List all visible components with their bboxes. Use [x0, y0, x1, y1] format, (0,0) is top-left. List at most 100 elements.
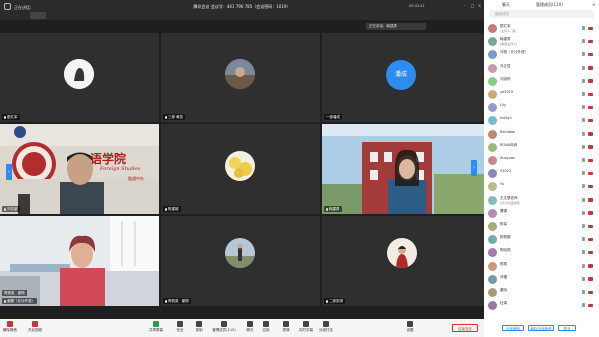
member-row[interactable]: 刘淑婷 — [484, 75, 599, 88]
more-button[interactable]: 更多 — [558, 325, 576, 331]
member-row[interactable]: 董晓 — [484, 286, 599, 299]
mic-icon[interactable] — [582, 171, 585, 176]
chat-tab[interactable]: 聊天 — [502, 0, 510, 9]
camera-button[interactable]: 开启视频 — [25, 321, 45, 335]
video-tile[interactable]: 三部 黄凯 — [161, 33, 320, 122]
unmute-all-button[interactable]: 解除全体静音 — [528, 325, 554, 331]
camera-off-icon[interactable] — [588, 105, 593, 110]
member-row[interactable]: Rainbow — [484, 128, 599, 141]
member-row[interactable]: Y2023 — [484, 167, 599, 180]
share-screen-button[interactable]: 共享屏幕 — [146, 321, 166, 335]
end-meeting-button[interactable]: 结束会议 — [452, 324, 478, 332]
camera-off-icon[interactable] — [588, 198, 593, 202]
camera-off-icon[interactable] — [588, 66, 593, 70]
breakout-button[interactable]: 分组讨论 — [316, 321, 336, 335]
member-row[interactable]: 陈琛 — [484, 220, 599, 233]
camera-off-icon[interactable] — [588, 132, 593, 136]
camera-off-icon[interactable] — [588, 92, 593, 96]
mic-icon[interactable] — [582, 39, 585, 44]
mic-icon[interactable] — [582, 263, 585, 268]
member-row[interactable]: 杜娟 — [484, 299, 599, 312]
mic-icon[interactable] — [582, 78, 585, 83]
panel-close-icon[interactable]: × — [592, 0, 595, 9]
camera-off-icon[interactable] — [588, 264, 593, 268]
minimize-icon[interactable]: – — [462, 4, 467, 8]
camera-off-icon[interactable] — [588, 184, 593, 189]
mic-icon[interactable] — [582, 210, 585, 215]
camera-off-icon[interactable] — [588, 303, 593, 308]
video-tile[interactable]: › 韩建勇 — [322, 124, 484, 214]
member-row[interactable]: meilyn — [484, 114, 599, 127]
close-icon[interactable]: × — [477, 4, 482, 8]
mic-icon[interactable] — [582, 26, 585, 30]
member-row[interactable]: 冯正斌 — [484, 62, 599, 75]
member-row[interactable]: 陈晓燕 — [484, 246, 599, 259]
mute-all-button[interactable]: 全体静音 — [502, 325, 524, 331]
member-row[interactable]: 王文慧老师 (长沙外语学院) — [484, 194, 599, 207]
security-button[interactable]: 安全 — [170, 321, 190, 335]
next-page-button[interactable]: › — [471, 160, 477, 176]
member-row[interactable]: 韩建勇 (联席主持人) — [484, 35, 599, 48]
mic-icon[interactable] — [582, 197, 585, 202]
mic-icon[interactable] — [582, 92, 585, 96]
view-toggle-button[interactable] — [30, 12, 46, 19]
member-row[interactable]: 邓璐 — [484, 273, 599, 286]
video-tile[interactable]: 胥丽英 · 副院 — [161, 216, 320, 306]
mic-icon[interactable] — [582, 224, 585, 228]
camera-off-icon[interactable] — [588, 250, 593, 255]
camera-off-icon[interactable] — [588, 277, 593, 281]
camera-off-icon[interactable] — [588, 52, 593, 57]
mic-icon[interactable] — [582, 250, 585, 255]
mic-icon[interactable] — [582, 52, 585, 57]
mic-icon[interactable] — [582, 303, 585, 308]
prev-page-button[interactable]: ‹ — [6, 164, 12, 180]
record-button[interactable]: 录制 — [189, 321, 209, 335]
camera-off-icon[interactable] — [588, 290, 593, 294]
video-tile[interactable]: 陈建雄 — [161, 124, 320, 214]
mic-icon[interactable] — [582, 290, 585, 294]
member-search-input[interactable]: 搜索成员 — [489, 10, 594, 18]
subtitle-button[interactable]: 实时字幕 — [296, 321, 316, 335]
mic-button[interactable]: 解除静音 — [0, 321, 20, 335]
camera-off-icon[interactable] — [588, 39, 593, 44]
apps-button[interactable]: 应用 — [256, 321, 276, 335]
reaction-button[interactable]: 表情 — [276, 321, 296, 335]
member-row[interactable]: 翟红军 (主持人, 我) — [484, 22, 599, 35]
camera-off-icon[interactable] — [588, 26, 593, 30]
mic-icon[interactable] — [582, 144, 585, 149]
camera-off-icon[interactable] — [588, 211, 593, 215]
mic-icon[interactable] — [582, 131, 585, 136]
member-row[interactable]: RONA冉冉 — [484, 141, 599, 154]
mic-icon[interactable] — [582, 158, 585, 162]
camera-off-icon[interactable] — [588, 171, 593, 176]
video-tile[interactable]: 语学院 Foreign Studies 融通中外 ‹ 刘志豪 — [0, 124, 159, 214]
mic-icon[interactable] — [582, 118, 585, 123]
member-row[interactable]: Lily — [484, 101, 599, 114]
mic-icon[interactable] — [582, 105, 585, 110]
camera-off-icon[interactable] — [588, 118, 593, 123]
camera-off-icon[interactable] — [588, 79, 593, 83]
mic-icon[interactable] — [582, 184, 585, 189]
mic-icon[interactable] — [582, 276, 585, 281]
member-row[interactable]: 陈丽 — [484, 260, 599, 273]
mic-icon[interactable] — [582, 65, 585, 70]
video-tile[interactable]: 翟红军 — [0, 33, 159, 122]
member-row[interactable]: ye2019 — [484, 88, 599, 101]
settings-button[interactable]: 设置 — [400, 321, 420, 335]
camera-off-icon[interactable] — [588, 158, 593, 162]
video-tile[interactable]: 胥丽英 · 副院 谢娜（长沙外语） — [0, 216, 159, 306]
member-avatar — [488, 208, 497, 218]
mic-icon[interactable] — [582, 237, 585, 242]
member-row[interactable]: Yu — [484, 180, 599, 193]
camera-off-icon[interactable] — [588, 237, 593, 242]
camera-off-icon[interactable] — [588, 224, 593, 228]
camera-off-icon[interactable] — [588, 145, 593, 149]
member-row[interactable]: 马丽（长沙外语） — [484, 48, 599, 61]
maximize-icon[interactable]: □ — [470, 4, 475, 8]
manage-members-button[interactable]: 管理成员(110) — [208, 321, 240, 335]
member-row[interactable]: 曹娜 — [484, 207, 599, 220]
video-tile[interactable]: 潘成 一部潘成 — [322, 33, 484, 122]
video-tile[interactable]: 二部张琪 — [322, 216, 484, 306]
member-row[interactable]: Xueyuan — [484, 154, 599, 167]
member-row[interactable]: 陈丽娜 — [484, 233, 599, 246]
